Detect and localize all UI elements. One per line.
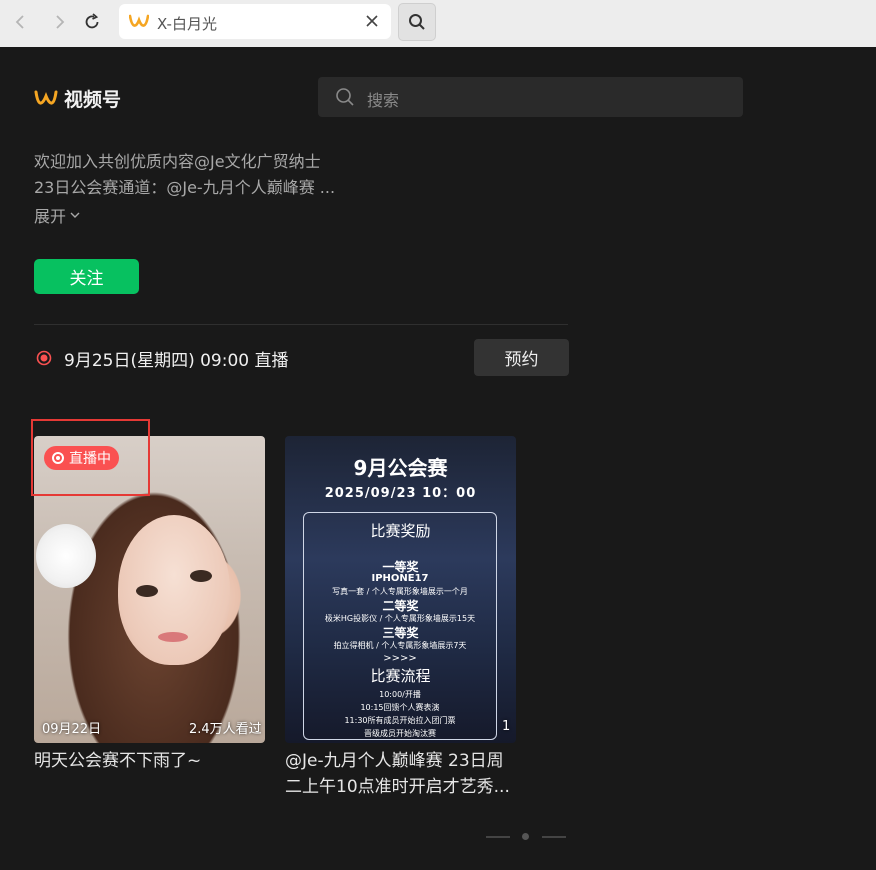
- brand-name: 视频号: [64, 89, 122, 111]
- video-date: 09月22日: [42, 722, 102, 737]
- poster-heading: 9月公会赛: [353, 456, 448, 480]
- browser-search-button[interactable]: [398, 3, 436, 41]
- divider: [34, 324, 568, 325]
- poster-prize3-desc: 拍立得相机 / 个人专属形象墙展示7天: [333, 641, 467, 650]
- browser-tab[interactable]: X-白月光: [119, 4, 391, 39]
- close-icon: [366, 15, 378, 27]
- portrait-eye-image: [190, 570, 212, 582]
- forward-button[interactable]: [48, 10, 72, 34]
- chevron-left-icon: [15, 15, 24, 29]
- search-placeholder: 搜索: [367, 91, 400, 110]
- browser-toolbar: X-白月光: [0, 0, 876, 47]
- live-record-icon: [36, 350, 52, 366]
- video-title-line2[interactable]: 二上午10点准时开启才艺秀...: [285, 775, 510, 800]
- poster-step3: 11:30所有成员开始拉入团门票: [344, 716, 456, 725]
- search-icon: [336, 88, 354, 106]
- poster-section-process: 比赛流程: [370, 667, 431, 685]
- video-views: 2.4万人看过: [189, 722, 262, 737]
- poster-step4: 晋级成员开始淘汰赛: [364, 729, 436, 738]
- profile-description-line1: 欢迎加入共创优质内容@Je文化广贸纳士: [34, 152, 321, 171]
- tab-title: X-白月光: [157, 15, 217, 33]
- poster-prize1-item: IPHONE17: [371, 573, 429, 584]
- poster-prize2-desc: 极米HG投影仪 / 个人专属形象墙展示15天: [324, 614, 476, 623]
- expand-button[interactable]: 展开: [34, 203, 81, 227]
- poster-prize2: 二等奖: [382, 599, 419, 613]
- back-button[interactable]: [8, 10, 32, 34]
- pager-bar: [486, 836, 510, 838]
- profile-description-line2: 23日公会赛通道：@Je-九月个人巅峰赛 ...: [34, 178, 336, 197]
- portrait-face-image: [118, 515, 230, 665]
- channels-logo-icon: [129, 14, 149, 27]
- follow-button[interactable]: 关注: [34, 259, 139, 294]
- tab-close-button[interactable]: [363, 12, 381, 30]
- reserve-button[interactable]: 预约: [474, 339, 569, 376]
- image-count: 1: [502, 719, 511, 734]
- hair-accessory-image: [36, 524, 96, 588]
- poster-prize1-desc: 写真一套 / 个人专属形象墙展示一个月: [332, 587, 468, 596]
- chevron-down-icon: [70, 212, 80, 218]
- portrait-lips-image: [158, 632, 188, 642]
- poster-step1: 10:00/开播: [379, 690, 421, 699]
- video-title[interactable]: 明天公会赛不下雨了~: [34, 749, 201, 774]
- reload-button[interactable]: [80, 10, 104, 34]
- poster-arrows: >>>>: [383, 653, 417, 664]
- search-icon: [409, 14, 425, 30]
- poster-datetime: 2025/09/23 10：00: [324, 486, 477, 501]
- video-title-line1[interactable]: @Je-九月个人巅峰赛 23日周: [285, 749, 504, 774]
- search-input[interactable]: 搜索: [318, 77, 743, 117]
- pager-dot[interactable]: [522, 833, 529, 840]
- brand[interactable]: 视频号: [34, 85, 121, 112]
- pager-bar: [542, 836, 566, 838]
- poster-step2: 10:15回馈个人赛表演: [360, 703, 440, 712]
- expand-label: 展开: [34, 207, 67, 226]
- poster-section-rewards: 比赛奖励: [370, 522, 431, 540]
- chevron-right-icon: [56, 15, 65, 29]
- poster-prize3: 三等奖: [382, 626, 419, 640]
- live-schedule-text: 9月25日(星期四) 09:00 直播: [64, 351, 289, 371]
- portrait-eye-image: [136, 585, 158, 597]
- highlight-box: [31, 419, 150, 496]
- reload-icon: [85, 13, 99, 29]
- channels-logo-icon: [34, 90, 58, 104]
